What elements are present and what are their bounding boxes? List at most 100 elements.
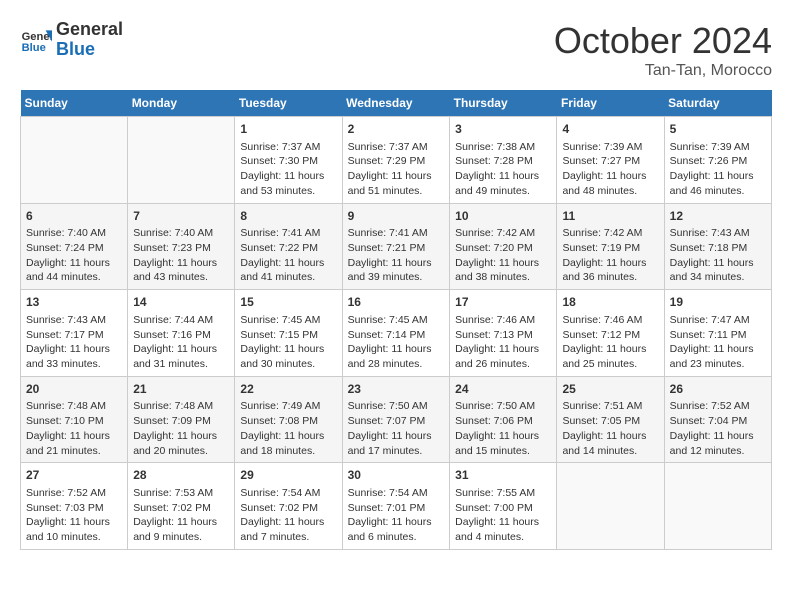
daylight-text: Daylight: 11 hours and 18 minutes. <box>240 430 324 457</box>
logo-text-blue: Blue <box>56 40 123 60</box>
daylight-text: Daylight: 11 hours and 17 minutes. <box>348 430 432 457</box>
calendar-cell: 2 Sunrise: 7:37 AM Sunset: 7:29 PM Dayli… <box>342 117 450 204</box>
day-number: 23 <box>348 381 445 398</box>
calendar-cell: 19 Sunrise: 7:47 AM Sunset: 7:11 PM Dayl… <box>664 290 771 377</box>
daylight-text: Daylight: 11 hours and 34 minutes. <box>670 257 754 284</box>
calendar-cell: 25 Sunrise: 7:51 AM Sunset: 7:05 PM Dayl… <box>557 376 664 463</box>
calendar-cell: 31 Sunrise: 7:55 AM Sunset: 7:00 PM Dayl… <box>450 463 557 550</box>
calendar-cell: 17 Sunrise: 7:46 AM Sunset: 7:13 PM Dayl… <box>450 290 557 377</box>
day-number: 16 <box>348 294 445 311</box>
sunset-text: Sunset: 7:05 PM <box>562 415 640 427</box>
sunrise-text: Sunrise: 7:52 AM <box>670 400 750 412</box>
page-header: General Blue General Blue October 2024 T… <box>20 20 772 80</box>
sunrise-text: Sunrise: 7:52 AM <box>26 487 106 499</box>
calendar-cell: 30 Sunrise: 7:54 AM Sunset: 7:01 PM Dayl… <box>342 463 450 550</box>
sunset-text: Sunset: 7:20 PM <box>455 242 533 254</box>
sunset-text: Sunset: 7:24 PM <box>26 242 104 254</box>
weekday-header: Tuesday <box>235 90 342 117</box>
sunrise-text: Sunrise: 7:39 AM <box>670 141 750 153</box>
daylight-text: Daylight: 11 hours and 53 minutes. <box>240 170 324 197</box>
calendar-cell: 26 Sunrise: 7:52 AM Sunset: 7:04 PM Dayl… <box>664 376 771 463</box>
logo: General Blue General Blue <box>20 20 123 60</box>
sunrise-text: Sunrise: 7:50 AM <box>348 400 428 412</box>
sunrise-text: Sunrise: 7:48 AM <box>26 400 106 412</box>
daylight-text: Daylight: 11 hours and 14 minutes. <box>562 430 646 457</box>
calendar-table: SundayMondayTuesdayWednesdayThursdayFrid… <box>20 90 772 550</box>
sunrise-text: Sunrise: 7:44 AM <box>133 314 213 326</box>
day-number: 27 <box>26 467 122 484</box>
sunrise-text: Sunrise: 7:39 AM <box>562 141 642 153</box>
day-number: 20 <box>26 381 122 398</box>
calendar-cell: 13 Sunrise: 7:43 AM Sunset: 7:17 PM Dayl… <box>21 290 128 377</box>
day-number: 22 <box>240 381 336 398</box>
daylight-text: Daylight: 11 hours and 7 minutes. <box>240 516 324 543</box>
sunset-text: Sunset: 7:23 PM <box>133 242 211 254</box>
calendar-cell: 23 Sunrise: 7:50 AM Sunset: 7:07 PM Dayl… <box>342 376 450 463</box>
sunrise-text: Sunrise: 7:40 AM <box>26 227 106 239</box>
daylight-text: Daylight: 11 hours and 38 minutes. <box>455 257 539 284</box>
sunset-text: Sunset: 7:28 PM <box>455 155 533 167</box>
day-number: 10 <box>455 208 551 225</box>
sunset-text: Sunset: 7:01 PM <box>348 502 426 514</box>
sunrise-text: Sunrise: 7:50 AM <box>455 400 535 412</box>
day-number: 6 <box>26 208 122 225</box>
calendar-header-row: SundayMondayTuesdayWednesdayThursdayFrid… <box>21 90 772 117</box>
daylight-text: Daylight: 11 hours and 4 minutes. <box>455 516 539 543</box>
day-number: 31 <box>455 467 551 484</box>
sunrise-text: Sunrise: 7:48 AM <box>133 400 213 412</box>
calendar-cell <box>21 117 128 204</box>
daylight-text: Daylight: 11 hours and 33 minutes. <box>26 343 110 370</box>
calendar-week-row: 1 Sunrise: 7:37 AM Sunset: 7:30 PM Dayli… <box>21 117 772 204</box>
calendar-cell: 9 Sunrise: 7:41 AM Sunset: 7:21 PM Dayli… <box>342 203 450 290</box>
sunset-text: Sunset: 7:10 PM <box>26 415 104 427</box>
sunset-text: Sunset: 7:13 PM <box>455 329 533 341</box>
sunrise-text: Sunrise: 7:45 AM <box>240 314 320 326</box>
calendar-cell: 14 Sunrise: 7:44 AM Sunset: 7:16 PM Dayl… <box>128 290 235 377</box>
weekday-header: Sunday <box>21 90 128 117</box>
daylight-text: Daylight: 11 hours and 51 minutes. <box>348 170 432 197</box>
calendar-cell: 8 Sunrise: 7:41 AM Sunset: 7:22 PM Dayli… <box>235 203 342 290</box>
daylight-text: Daylight: 11 hours and 23 minutes. <box>670 343 754 370</box>
sunrise-text: Sunrise: 7:54 AM <box>240 487 320 499</box>
sunrise-text: Sunrise: 7:53 AM <box>133 487 213 499</box>
sunset-text: Sunset: 7:07 PM <box>348 415 426 427</box>
calendar-cell: 12 Sunrise: 7:43 AM Sunset: 7:18 PM Dayl… <box>664 203 771 290</box>
day-number: 15 <box>240 294 336 311</box>
daylight-text: Daylight: 11 hours and 43 minutes. <box>133 257 217 284</box>
sunset-text: Sunset: 7:02 PM <box>240 502 318 514</box>
svg-text:Blue: Blue <box>22 42 46 54</box>
sunset-text: Sunset: 7:18 PM <box>670 242 748 254</box>
day-number: 7 <box>133 208 229 225</box>
sunrise-text: Sunrise: 7:37 AM <box>240 141 320 153</box>
daylight-text: Daylight: 11 hours and 6 minutes. <box>348 516 432 543</box>
sunset-text: Sunset: 7:16 PM <box>133 329 211 341</box>
sunrise-text: Sunrise: 7:46 AM <box>562 314 642 326</box>
calendar-cell: 7 Sunrise: 7:40 AM Sunset: 7:23 PM Dayli… <box>128 203 235 290</box>
daylight-text: Daylight: 11 hours and 30 minutes. <box>240 343 324 370</box>
daylight-text: Daylight: 11 hours and 48 minutes. <box>562 170 646 197</box>
sunset-text: Sunset: 7:22 PM <box>240 242 318 254</box>
sunset-text: Sunset: 7:11 PM <box>670 329 747 341</box>
sunrise-text: Sunrise: 7:55 AM <box>455 487 535 499</box>
weekday-header: Thursday <box>450 90 557 117</box>
day-number: 29 <box>240 467 336 484</box>
calendar-cell: 21 Sunrise: 7:48 AM Sunset: 7:09 PM Dayl… <box>128 376 235 463</box>
day-number: 28 <box>133 467 229 484</box>
daylight-text: Daylight: 11 hours and 28 minutes. <box>348 343 432 370</box>
sunset-text: Sunset: 7:12 PM <box>562 329 640 341</box>
sunrise-text: Sunrise: 7:43 AM <box>670 227 750 239</box>
sunset-text: Sunset: 7:30 PM <box>240 155 318 167</box>
sunset-text: Sunset: 7:29 PM <box>348 155 426 167</box>
sunrise-text: Sunrise: 7:41 AM <box>348 227 428 239</box>
calendar-cell: 15 Sunrise: 7:45 AM Sunset: 7:15 PM Dayl… <box>235 290 342 377</box>
calendar-cell: 18 Sunrise: 7:46 AM Sunset: 7:12 PM Dayl… <box>557 290 664 377</box>
sunrise-text: Sunrise: 7:42 AM <box>562 227 642 239</box>
daylight-text: Daylight: 11 hours and 21 minutes. <box>26 430 110 457</box>
calendar-cell: 29 Sunrise: 7:54 AM Sunset: 7:02 PM Dayl… <box>235 463 342 550</box>
daylight-text: Daylight: 11 hours and 39 minutes. <box>348 257 432 284</box>
day-number: 3 <box>455 121 551 138</box>
weekday-header: Monday <box>128 90 235 117</box>
sunset-text: Sunset: 7:02 PM <box>133 502 211 514</box>
day-number: 11 <box>562 208 658 225</box>
daylight-text: Daylight: 11 hours and 41 minutes. <box>240 257 324 284</box>
